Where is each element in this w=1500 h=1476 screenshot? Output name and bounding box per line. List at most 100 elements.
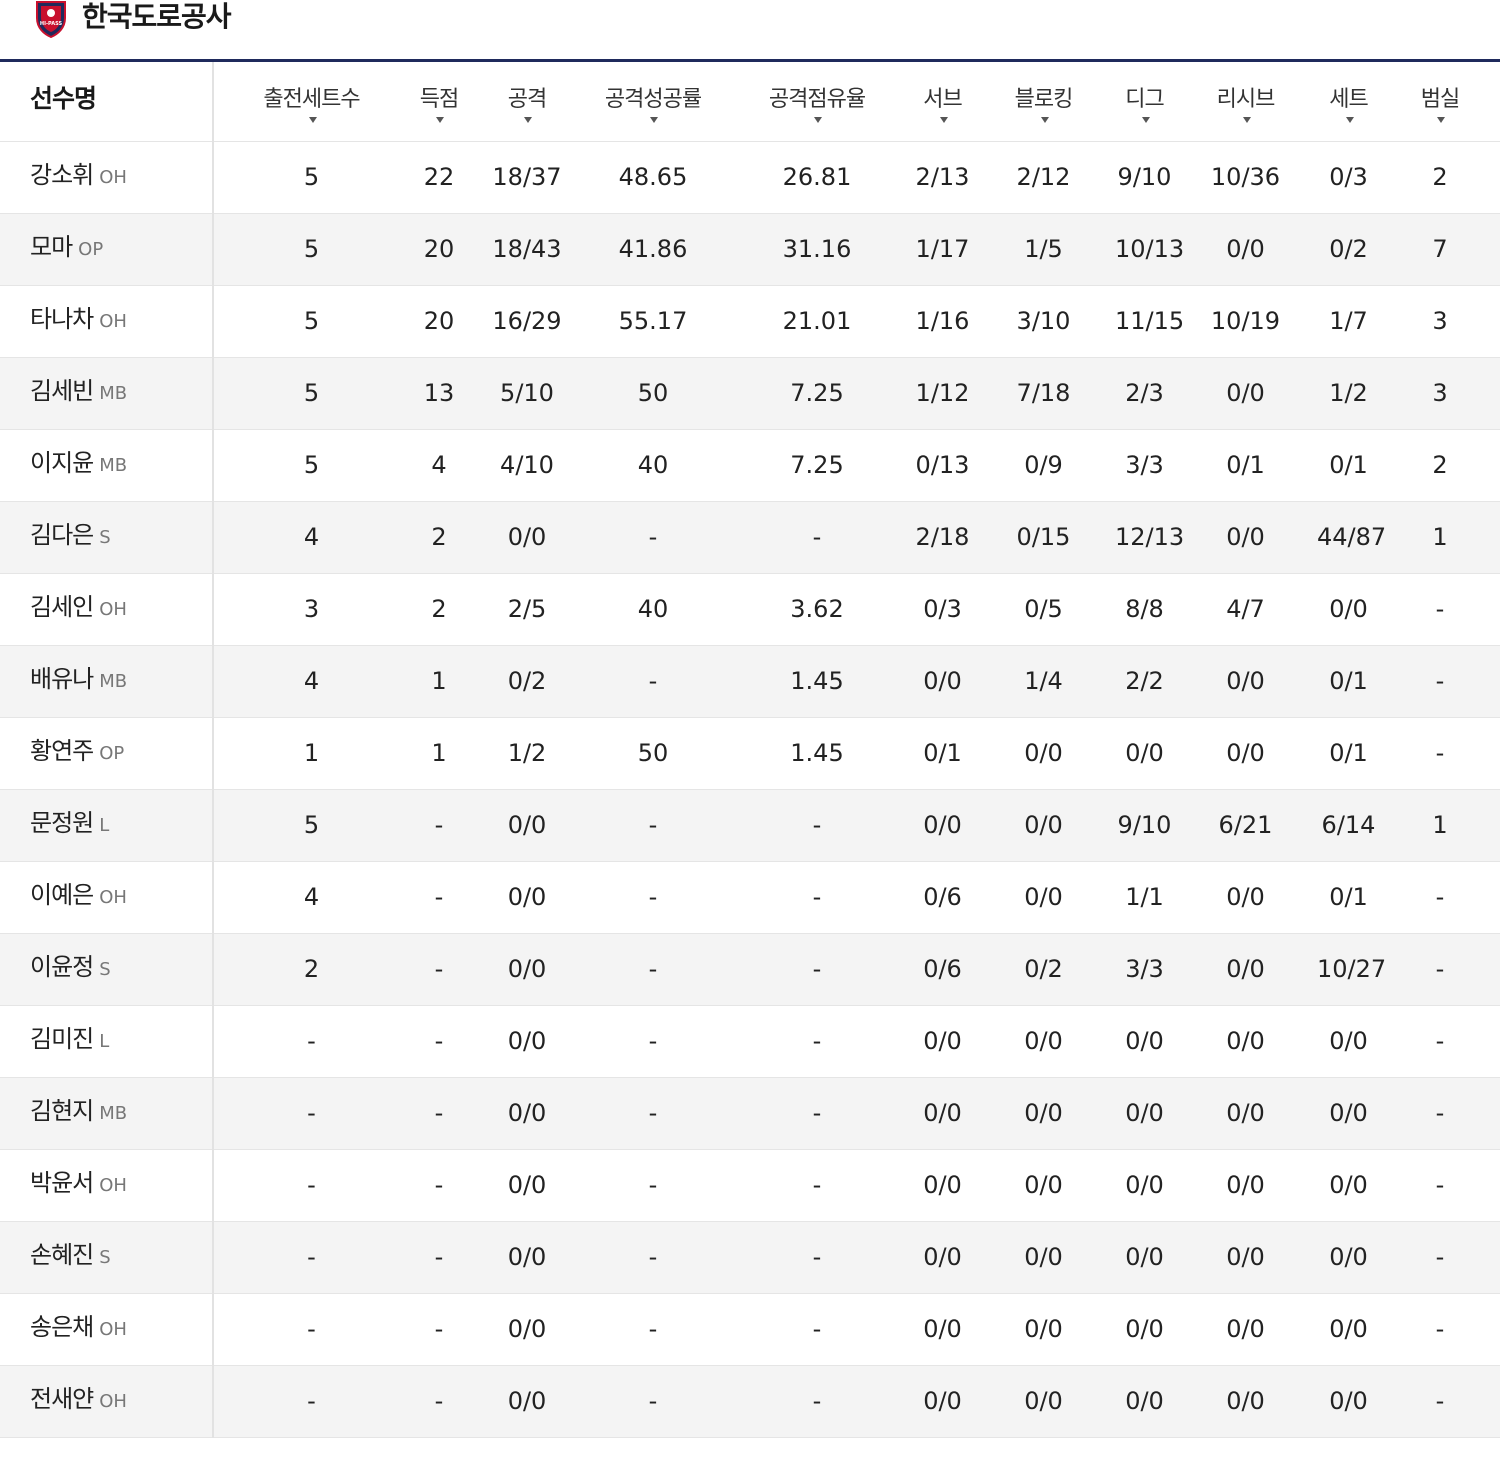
- stat-points: -: [409, 1220, 469, 1293]
- sort-caret-icon: [939, 117, 948, 123]
- player-position: L: [99, 1030, 110, 1052]
- stat-block: 0/0: [972, 1076, 1115, 1149]
- stat-set: 0/1: [1317, 428, 1380, 501]
- player-name[interactable]: 전새얀: [30, 1379, 94, 1414]
- team-header: HI-PASS 한국도로공사: [0, 0, 1500, 62]
- stat-points: 22: [409, 140, 469, 213]
- stat-attack-success-rate: 50: [585, 356, 721, 429]
- stat-attack: 1/2: [469, 716, 585, 789]
- table-header-row: 선수명 출전세트수 득점 공격 공격성공률 공격점유율 서브 블로킹 디그 리시…: [0, 62, 1500, 141]
- player-name[interactable]: 배유나: [30, 659, 94, 694]
- stat-set: 6/14: [1317, 788, 1380, 861]
- stat-serve: 2/18: [913, 500, 972, 573]
- sort-caret-icon: [524, 117, 532, 123]
- table-row: 황연주 OP 1 1 1/2 50 1.45 0/1 0/0 0/0 0/0 0/1-: [0, 716, 1500, 789]
- player-name[interactable]: 김세인: [30, 587, 94, 622]
- sort-caret-icon: [1040, 117, 1049, 123]
- stat-attack: 0/0: [469, 500, 585, 573]
- player-name[interactable]: 타나차: [30, 299, 94, 334]
- stat-sets-played: -: [213, 1004, 409, 1077]
- stat-attack-success-rate: -: [585, 788, 721, 861]
- team-name: 한국도로공사: [82, 0, 232, 33]
- player-name[interactable]: 황연주: [30, 731, 94, 766]
- col-header-dig[interactable]: 디그: [1115, 62, 1174, 141]
- stat-receive: 6/21: [1174, 788, 1317, 861]
- player-name[interactable]: 강소휘: [30, 155, 94, 190]
- col-header-attack-success-rate[interactable]: 공격성공률: [585, 62, 721, 141]
- player-position: OH: [99, 886, 127, 908]
- stat-attack: 18/43: [469, 212, 585, 285]
- col-header-serve[interactable]: 서브: [913, 62, 972, 141]
- col-header-errors[interactable]: 범실: [1380, 62, 1500, 141]
- stat-serve: 0/1: [913, 716, 972, 789]
- player-name[interactable]: 김현지: [30, 1091, 94, 1126]
- stat-block: 0/0: [972, 860, 1115, 933]
- stat-set: 44/87: [1317, 500, 1386, 573]
- stat-serve: 0/0: [913, 1292, 972, 1365]
- stat-receive: 0/0: [1174, 212, 1317, 285]
- stat-set: 0/0: [1317, 1076, 1380, 1149]
- table-body: 강소휘 OH 5 22 18/37 48.65 26.81 2/13 2/12 9/10 10/36…: [0, 140, 1500, 1438]
- player-name[interactable]: 김미진: [30, 1019, 94, 1054]
- player-name[interactable]: 김세빈: [30, 371, 94, 406]
- player-name[interactable]: 김다은: [30, 515, 94, 550]
- player-name[interactable]: 이지윤: [30, 443, 94, 478]
- stat-sets-played: 4: [213, 644, 409, 717]
- col-header-set[interactable]: 세트: [1317, 62, 1380, 141]
- col-header-block[interactable]: 블로킹: [972, 62, 1115, 141]
- stat-block: 0/0: [972, 716, 1115, 789]
- stat-serve: 0/0: [913, 1004, 972, 1077]
- stat-dig: 0/0: [1115, 1292, 1174, 1365]
- stat-attack-share: 1.45: [721, 716, 913, 789]
- sort-caret-icon: [308, 117, 317, 123]
- player-name[interactable]: 이예은: [30, 875, 94, 910]
- stat-points: 2: [409, 572, 469, 645]
- table-row: 김미진 L - -0/0- -0/0 0/0 0/0 0/0 0/0-: [0, 1004, 1500, 1077]
- stat-receive: 10/36: [1174, 140, 1317, 213]
- stat-points: -: [409, 1148, 469, 1221]
- player-name[interactable]: 손혜진: [30, 1235, 94, 1270]
- stat-receive: 0/0: [1174, 1076, 1317, 1149]
- stat-attack-success-rate: -: [585, 500, 721, 573]
- player-position: OP: [78, 238, 104, 260]
- player-position: S: [99, 958, 111, 980]
- stat-errors: -: [1380, 932, 1500, 1005]
- stat-attack: 0/0: [469, 1076, 585, 1149]
- stat-serve: 0/0: [913, 1076, 972, 1149]
- player-name[interactable]: 문정원: [30, 803, 94, 838]
- stat-points: 13: [409, 356, 469, 429]
- stat-attack-share: -: [721, 1220, 913, 1293]
- stat-dig: 2/2: [1115, 644, 1174, 717]
- col-header-points[interactable]: 득점: [409, 62, 469, 141]
- player-name[interactable]: 모마: [30, 227, 73, 262]
- col-header-attack-share[interactable]: 공격점유율: [721, 62, 913, 141]
- stat-receive: 0/0: [1174, 1364, 1317, 1438]
- stat-attack: 16/29: [469, 284, 585, 357]
- stat-errors: 1: [1380, 788, 1500, 861]
- stat-block: 2/12: [972, 140, 1115, 213]
- player-name[interactable]: 송은채: [30, 1307, 94, 1342]
- stat-attack-share: 31.16: [721, 212, 913, 285]
- stat-receive: 0/0: [1174, 1220, 1317, 1293]
- stat-attack-share: -: [721, 932, 913, 1005]
- stat-errors: 2: [1380, 428, 1500, 501]
- player-name[interactable]: 이윤정: [30, 947, 94, 982]
- stat-attack: 18/37: [469, 140, 585, 213]
- stat-set: 10/27: [1317, 932, 1386, 1005]
- player-name-cell: 송은채 OH: [0, 1292, 214, 1365]
- stat-set: 0/0: [1317, 572, 1380, 645]
- stat-attack: 2/5: [469, 572, 585, 645]
- stat-block: 0/0: [972, 1004, 1115, 1077]
- stat-attack-success-rate: -: [585, 932, 721, 1005]
- col-header-sets-played[interactable]: 출전세트수: [213, 62, 409, 141]
- stat-set: 0/0: [1317, 1364, 1380, 1438]
- col-header-attack[interactable]: 공격: [469, 62, 585, 141]
- stat-receive: 0/0: [1174, 716, 1317, 789]
- player-name[interactable]: 박윤서: [30, 1163, 94, 1198]
- col-header-receive[interactable]: 리시브: [1174, 62, 1317, 141]
- stat-attack-success-rate: 40: [585, 572, 721, 645]
- stat-serve: 0/6: [913, 860, 972, 933]
- stat-errors: -: [1380, 572, 1500, 645]
- stat-attack-success-rate: 55.17: [585, 284, 721, 357]
- stat-points: 1: [409, 644, 469, 717]
